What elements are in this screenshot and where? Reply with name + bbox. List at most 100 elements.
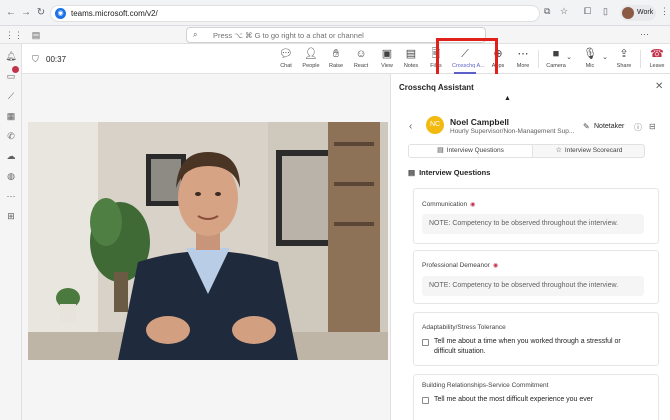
question-text: Tell me about a time when you worked thr… <box>434 338 621 355</box>
react-button[interactable]: ☺ React <box>348 48 374 69</box>
chat-badge <box>12 66 19 73</box>
mic-label: Mic <box>585 63 595 69</box>
view-icon: ▣ <box>381 48 393 60</box>
search-icon: ⌕ <box>193 30 198 39</box>
info-icon[interactable]: ⓘ <box>634 122 642 133</box>
url-text[interactable]: teams.microsoft.com/v2/ <box>71 9 158 18</box>
toolbar-divider <box>640 50 641 68</box>
competency-label: Communication ◉ <box>422 201 475 208</box>
app-grid-icon[interactable]: ⋮⋮ <box>5 29 23 41</box>
competency-name: Building Relationships-Service Commitmen… <box>422 382 549 389</box>
extensions-icon[interactable]: ⧠ <box>584 6 591 17</box>
more-button[interactable]: ⋯ More <box>510 48 536 69</box>
crosschq-rail-icon[interactable]: ⟋ <box>5 90 17 102</box>
view-button[interactable]: ▣ View <box>374 48 400 69</box>
tab-interview-questions[interactable]: ▤ Interview Questions <box>409 145 533 157</box>
notes-icon: ▤ <box>405 48 417 60</box>
address-bar[interactable]: ◉ teams.microsoft.com/v2/ <box>50 5 540 22</box>
competency-name: Adaptability/Stress Tolerance <box>422 324 506 331</box>
people-button[interactable]: 👤︎ People <box>298 48 324 69</box>
question-checkbox[interactable] <box>422 397 429 404</box>
split-view-icon[interactable]: ▯ <box>603 6 608 17</box>
raise-hand-icon: ✋︎ <box>332 48 340 60</box>
tab-label: Interview Questions <box>446 147 504 154</box>
site-info-icon[interactable]: ◉ <box>55 8 66 19</box>
forward-button[interactable]: → <box>19 6 33 20</box>
leave-button[interactable]: ☎︎ Leave <box>644 48 670 69</box>
question-checkbox[interactable] <box>422 339 429 346</box>
search-placeholder: Press ⌥ ⌘ G to go right to a chat or cha… <box>213 31 364 40</box>
close-icon[interactable]: ✕ <box>655 81 663 92</box>
competency-name: Professional Demeanor <box>422 262 490 269</box>
browser-menu-icon[interactable]: ⋮ <box>660 6 669 17</box>
section-heading: ▤ Interview Questions <box>408 168 490 177</box>
profile-avatar <box>622 7 634 19</box>
eye-icon[interactable]: ◉ <box>470 202 475 208</box>
note-box: NOTE: Competency to be observed througho… <box>422 276 644 296</box>
participant-video[interactable] <box>28 122 388 360</box>
question-card: Adaptability/Stress Tolerance Tell me ab… <box>413 312 659 366</box>
add-apps-icon[interactable]: ⊞ <box>5 210 17 222</box>
camera-options-chevron-icon[interactable]: ⌄ <box>564 53 574 61</box>
view-label: View <box>381 63 393 69</box>
calendar-icon[interactable]: ▦ <box>5 110 17 122</box>
meeting-timer: 00:37 <box>46 55 67 64</box>
more-apps-icon[interactable]: ⋯ <box>5 190 17 202</box>
share-label: Share <box>616 63 632 69</box>
interview-tabs: ▤ Interview Questions ☆ Interview Scorecar… <box>408 144 645 158</box>
pencil-icon[interactable]: ✎ <box>583 122 590 131</box>
mic-options-chevron-icon[interactable]: ⌄ <box>600 53 610 61</box>
star-icon: ☆ <box>555 147 562 154</box>
onedrive-icon[interactable]: ☁ <box>5 150 17 162</box>
back-button[interactable]: ← <box>4 6 18 20</box>
reload-button[interactable]: ↻ <box>34 6 48 20</box>
leave-label: Leave <box>649 63 665 69</box>
notetaker-button[interactable]: Notetaker <box>594 123 624 130</box>
profile-label: Work <box>637 9 654 16</box>
tab-interview-scorecard[interactable]: ☆ Interview Scorecard <box>533 145 645 157</box>
competency-label: Professional Demeanor ◉ <box>422 262 498 269</box>
question-card: Professional Demeanor ◉ NOTE: Competency … <box>413 250 659 304</box>
raise-label: Raise <box>328 63 344 69</box>
panel-title: Crosschq Assistant <box>399 83 474 92</box>
crosschq-assistant-panel: Crosschq Assistant ✕ ‹ NC Noel Campbell … <box>390 74 670 420</box>
video-stage <box>22 74 390 420</box>
profile-button[interactable]: Work <box>620 5 656 21</box>
note-box: NOTE: Competency to be observed througho… <box>422 214 644 234</box>
raise-hand-button[interactable]: ✋︎ Raise <box>323 48 349 69</box>
people-icon: 👤︎ <box>304 48 318 60</box>
more-options-icon[interactable]: ⋯ <box>640 29 649 40</box>
question-card: Building Relationships-Service Commitmen… <box>413 374 659 420</box>
more-label: More <box>516 63 530 69</box>
calls-icon[interactable]: ✆ <box>5 130 17 142</box>
candidate-role: Hourly Supervisor/Non-Management Sup... <box>450 128 575 135</box>
camera-label: Camera <box>546 63 566 69</box>
left-rail: 🔔︎ ▭ ⟋ ▦ ✆ ☁ ◍ ⋯ ⊞ <box>0 44 22 420</box>
bookmark-star-icon[interactable]: ☆ <box>560 6 568 17</box>
teams-title-bar: ⋮⋮ ▤ ⌕ Press ⌥ ⌘ G to go right to a chat… <box>0 26 670 44</box>
participant-video-image <box>28 122 388 360</box>
chat-button[interactable]: 💬︎ Chat <box>273 48 299 69</box>
question-text: Tell me about the most difficult experie… <box>434 396 594 403</box>
shield-icon: ⛉ <box>32 54 39 64</box>
teams-icon[interactable]: ◍ <box>5 170 17 182</box>
back-chevron-icon[interactable]: ‹ <box>409 121 412 132</box>
meeting-toolbar: ⛉ 00:37 💬︎ Chat 👤︎ People ✋︎ Raise ☺ Rea… <box>22 44 670 74</box>
leave-icon: ☎︎ <box>650 48 664 60</box>
candidate-avatar: NC <box>426 116 444 134</box>
section-title: Interview Questions <box>419 168 491 177</box>
eye-icon[interactable]: ◉ <box>493 263 498 269</box>
more-icon: ⋯ <box>517 48 529 60</box>
mouse-cursor-icon: ▲ <box>504 95 511 102</box>
sidebar-toggle-icon[interactable]: ▤ <box>30 29 42 41</box>
share-button[interactable]: ⇪ Share <box>611 48 637 69</box>
notes-button[interactable]: ▤ Notes <box>398 48 424 69</box>
chat-icon: 💬︎ <box>279 48 293 60</box>
people-label: People <box>302 63 320 69</box>
react-label: React <box>353 63 369 69</box>
activity-icon[interactable]: 🔔︎ <box>5 50 17 62</box>
install-app-icon[interactable]: ⧉ <box>544 6 550 17</box>
share-icon: ⇪ <box>619 48 629 60</box>
more-options-icon[interactable]: ⊟ <box>649 122 656 131</box>
competency-name: Communication <box>422 201 468 208</box>
